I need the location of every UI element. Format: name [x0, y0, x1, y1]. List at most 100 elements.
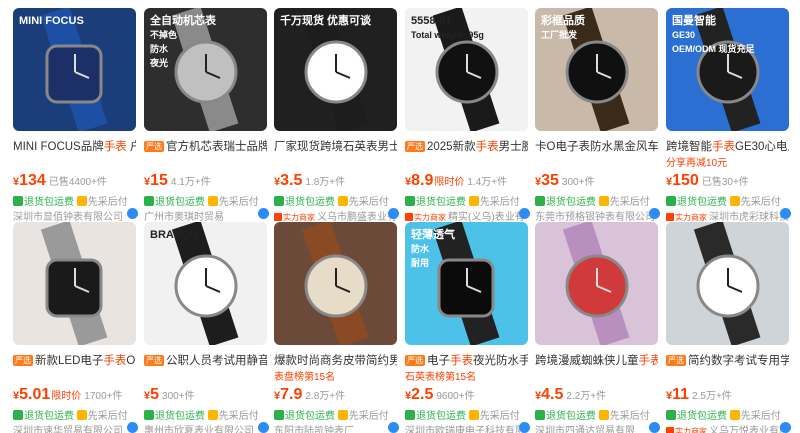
title-text: 爆款时尚商务皮带简约男士 [274, 355, 397, 367]
promo-text: 石英表榜第15名 [405, 372, 477, 383]
product-title[interactable]: 厂家现货跨境石英表男士手 [274, 139, 397, 155]
product-title[interactable]: 严选官方机芯表瑞士品牌男 [144, 139, 267, 155]
chat-icon[interactable] [649, 208, 660, 219]
shop-row[interactable]: 实力商家 精实(义乌)表业有 [405, 208, 528, 223]
watch-illustration: 千万现货 优惠可谈 [274, 8, 397, 131]
price-value: 7.9 [280, 386, 303, 403]
chat-icon[interactable] [780, 422, 791, 433]
product-image[interactable]: 彩框品质 工厂批发 [535, 8, 658, 131]
product-card[interactable]: 千万现货 优惠可谈厂家现货跨境石英表男士手 ¥3.51.8万+件退货包运费 先采后… [274, 8, 399, 223]
shop-row[interactable]: 实力商家义乌万悦表业有限公司 [666, 422, 789, 433]
chat-icon[interactable] [258, 208, 269, 219]
title-text: 厂家现货跨境石英表男士 [274, 141, 397, 153]
sold-count: 1.8万+件 [305, 177, 346, 188]
chat-icon[interactable] [388, 422, 399, 433]
product-card[interactable]: MINI FOCUS MINI FOCUS品牌手表 户外 ¥134已售4400+件退… [13, 8, 138, 223]
image-overlay-text: 国曼智能 [672, 13, 716, 27]
product-title[interactable]: MINI FOCUS品牌手表 户外 [13, 139, 136, 155]
product-title[interactable]: 跨境漫威蜘蛛侠儿童手表七 [535, 353, 658, 369]
product-card[interactable]: 跨境漫威蜘蛛侠儿童手表七 ¥4.52.2万+件退货包运费 先采后付深圳市四通达贸易… [535, 222, 660, 433]
chat-icon[interactable] [258, 422, 269, 433]
shop-row[interactable]: 深圳市显佰钟表有限公司 [13, 208, 136, 223]
watch-illustration [666, 222, 789, 345]
product-image[interactable] [274, 222, 397, 345]
product-card[interactable]: 国曼智能 GE30 OEM/ODM 现货充足跨境智能手表GE30心电血分享再减10元… [666, 8, 791, 223]
product-card[interactable]: 轻薄透气防水耐用严选电子手表夜光防水手环石英表榜第15名 ¥2.59600+件退货… [405, 222, 530, 433]
shop-row[interactable]: 惠州市欣夏表业有限公司 [144, 422, 267, 433]
product-card[interactable]: 彩框品质 工厂批发 卡O电子表防水黑金风车学 ¥35 300+件 退货包运费 先采后付 东莞… [535, 8, 660, 223]
product-title[interactable]: 卡O电子表防水黑金风车学 [535, 139, 658, 155]
free-return-label: 退货包运费 [546, 411, 596, 422]
watch-illustration: 全自动机芯表不掉色防水夜光 [144, 8, 267, 131]
product-image[interactable] [666, 222, 789, 345]
shop-row[interactable]: 实力商家义乌市鹏盛表业有限 [274, 208, 397, 223]
shop-row[interactable]: 东阳市陆凯钟表厂 [274, 422, 397, 433]
product-title[interactable]: 跨境智能手表GE30心电血 [666, 139, 789, 155]
product-title[interactable]: 爆款时尚商务皮带简约男士 [274, 353, 397, 369]
free-return-label: 退货包运费 [24, 411, 74, 422]
shop-row[interactable]: 深圳市四通达贸易有限 [535, 422, 658, 433]
shop-name[interactable]: 深圳市速华贸易有限公司 [13, 426, 123, 433]
product-image[interactable]: MINI FOCUS [13, 8, 136, 131]
shop-name[interactable]: 惠州市欣夏表业有限公司 [144, 426, 254, 433]
product-card[interactable]: 严选简约数字考试专用学生 ¥112.5万+件退货包运费 先采后付实力商家义乌万悦表… [666, 222, 791, 433]
shop-row[interactable]: 东莞市预格银钟表有限公司 [535, 208, 658, 223]
product-card[interactable]: 5558-01 Total weight: 95g 严选2025新款手表男士腕表阿拉… [405, 8, 530, 223]
chat-icon[interactable] [127, 422, 138, 433]
free-return-label: 退货包运费 [155, 197, 205, 208]
image-overlay-text: MINI FOCUS [19, 15, 84, 27]
product-title[interactable]: 严选新款LED电子手表O7海 [13, 353, 136, 369]
product-image[interactable]: 国曼智能 GE30 OEM/ODM 现货充足 [666, 8, 789, 131]
shop-name[interactable]: 东阳市陆凯钟表厂 [274, 426, 354, 433]
service-row: 退货包运费 先采后付 [535, 193, 650, 208]
product-image[interactable] [535, 222, 658, 345]
chat-icon[interactable] [649, 422, 660, 433]
limited-price-badge: 限时价 [434, 177, 465, 188]
product-title[interactable]: 严选简约数字考试专用学生 [666, 353, 789, 369]
image-overlay-text: 不掉色 [150, 29, 177, 40]
product-title[interactable]: 严选公职人员考试用静音手 [144, 353, 267, 369]
pay-later-icon [76, 196, 87, 206]
product-title[interactable]: 严选电子手表夜光防水手环 [405, 353, 528, 369]
image-overlay-text: 防水 [150, 43, 169, 54]
shop-name[interactable]: 义乌万悦表业有限公司 [709, 426, 789, 433]
chat-icon[interactable] [127, 208, 138, 219]
chat-icon[interactable] [780, 208, 791, 219]
product-card[interactable]: 严选新款LED电子手表O7海 ¥5.01限时价1700+件退货包运费 先采后付深圳… [13, 222, 138, 433]
price-row: ¥150 已售30+件 [666, 172, 789, 190]
sold-count: 2.2万+件 [566, 391, 607, 402]
sold-count: 300+件 [162, 391, 195, 402]
shop-name[interactable]: 深圳市四通达贸易有限 [535, 426, 635, 433]
product-image[interactable]: 轻薄透气 防水 耐用 [405, 222, 528, 345]
shop-name[interactable]: 深圳市欧瑞康电子科技有限 [405, 426, 525, 433]
title-text: MINI FOCUS品牌 [13, 141, 104, 153]
chat-icon[interactable] [519, 208, 530, 219]
pay-later-label: 先采后付 [479, 411, 520, 422]
product-image[interactable]: 千万现货 优惠可谈 [274, 8, 397, 131]
product-grid: MINI FOCUSMINI FOCUS品牌手表 户外¥134已售4400+件退… [0, 0, 800, 433]
chat-icon[interactable] [519, 422, 530, 433]
image-overlay-text: 彩框品质 [540, 13, 585, 27]
shop-row[interactable]: 深圳市欧瑞康电子科技有限 [405, 422, 528, 433]
product-image[interactable]: 全自动机芯表 不掉色 防水 夜光 [144, 8, 267, 131]
shop-row[interactable]: 实力商家深圳市虎彩球科技有限公司 [666, 208, 789, 223]
title-highlight: 手表 [103, 355, 127, 367]
product-image[interactable]: 5558-01 Total weight: 95g [405, 8, 528, 131]
product-image[interactable] [13, 222, 136, 345]
price-value: 8.9 [411, 172, 434, 189]
product-card[interactable]: 爆款时尚商务皮带简约男士表盘榜第15名 ¥7.92.8万+件退货包运费 先采后付东… [274, 222, 399, 433]
product-image[interactable]: BRANCO [144, 222, 267, 345]
product-title[interactable]: 严选2025新款手表男士腕表阿拉 [405, 139, 528, 155]
price-value: 3.5 [280, 172, 303, 189]
chat-icon[interactable] [388, 208, 399, 219]
shop-row[interactable]: 深圳市速华贸易有限公司 [13, 422, 136, 433]
free-return-label: 退货包运费 [285, 411, 335, 422]
product-card[interactable]: BRANCO 严选公职人员考试用静音手 ¥5300+件退货包运费 先采后付惠州市欣夏… [144, 222, 269, 433]
yanxuan-tag: 严选 [144, 355, 164, 366]
shop-row[interactable]: 广州市奥琪时贸易 [144, 208, 267, 223]
limited-price-badge: 限时价 [51, 391, 82, 402]
pay-later-label: 先采后付 [740, 197, 781, 208]
product-card[interactable]: 全自动机芯表不掉色防水夜光严选官方机芯表瑞士品牌男 ¥154.1万+件退货包运费 … [144, 8, 269, 223]
service-row: 退货包运费 先采后付 [666, 407, 781, 422]
title-text: 公职人员考试用静音 [166, 355, 267, 367]
